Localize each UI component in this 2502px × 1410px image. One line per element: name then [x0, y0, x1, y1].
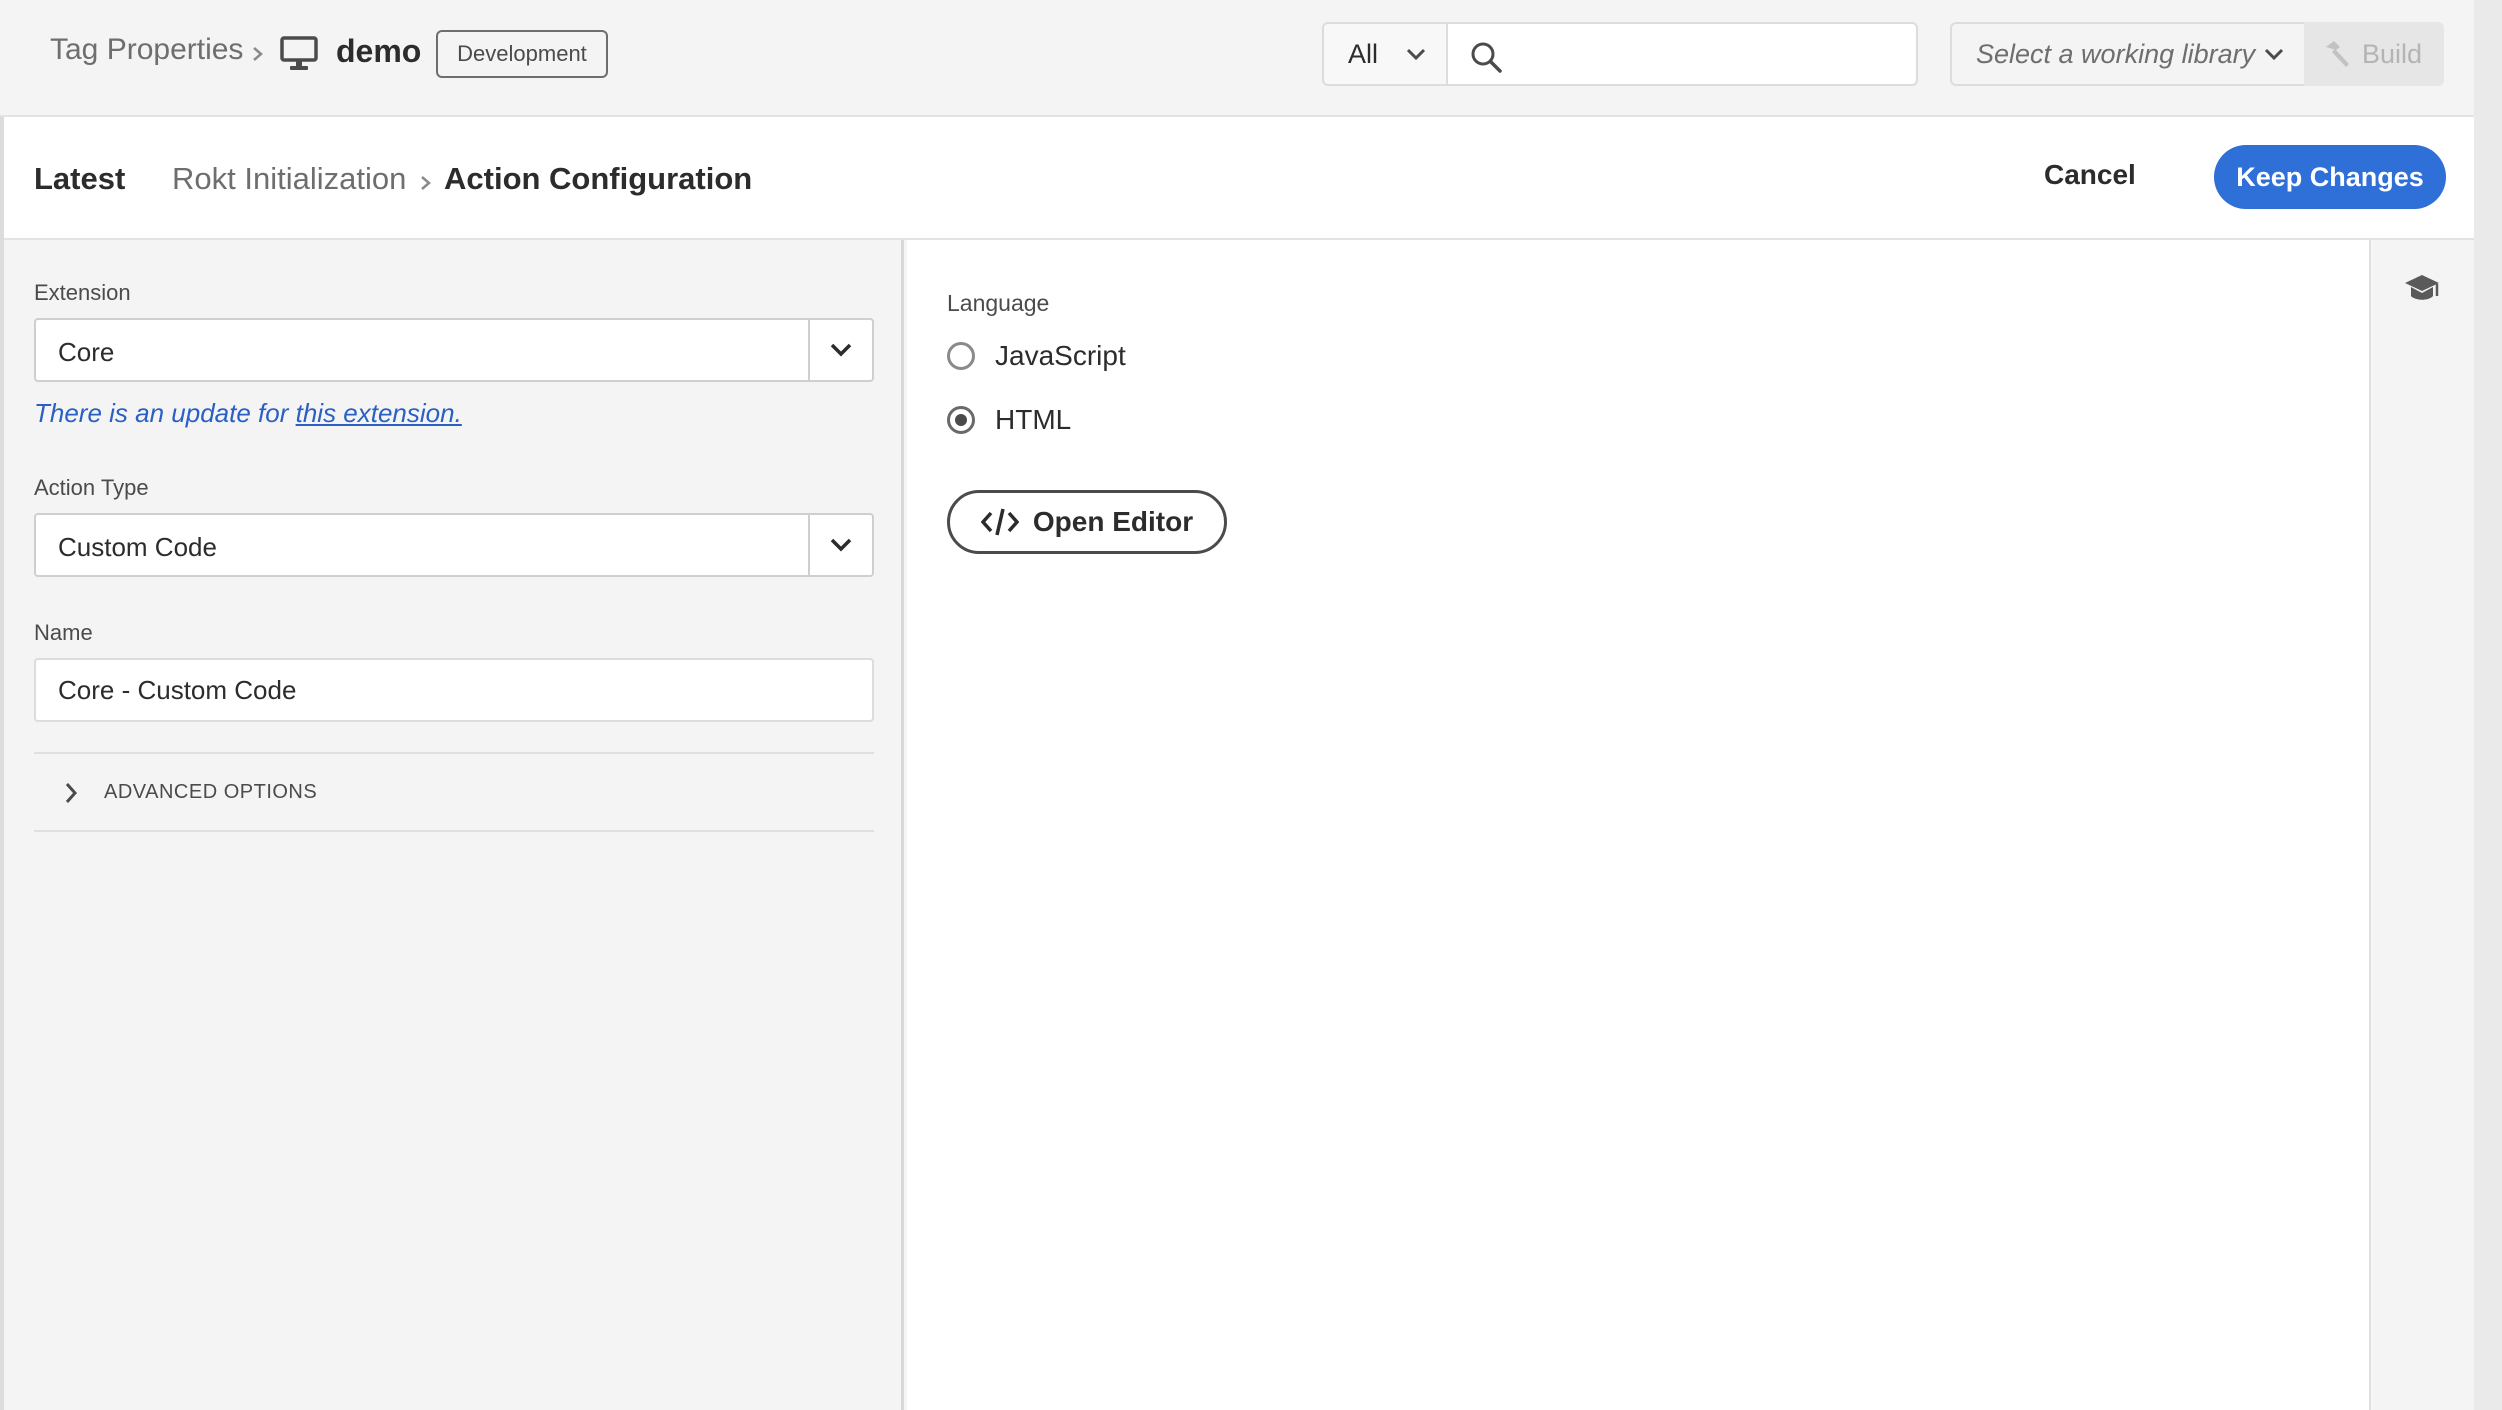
update-note-text: There is an update for — [34, 398, 296, 428]
action-type-value: Custom Code — [58, 532, 217, 562]
configuration-form: Extension Core There is an update for th… — [4, 240, 904, 1410]
build-label: Build — [2362, 38, 2423, 69]
help-rail — [2373, 240, 2474, 1410]
search-scope-select[interactable]: All — [1322, 22, 1446, 86]
build-button[interactable]: Build — [2304, 22, 2444, 86]
working-library-placeholder: Select a working library — [1976, 38, 2256, 69]
action-type-select[interactable]: Custom Code — [34, 513, 874, 577]
open-editor-label: Open Editor — [1032, 506, 1194, 537]
search-scope-value: All — [1348, 38, 1379, 69]
advanced-options-label: ADVANCED OPTIONS — [104, 781, 318, 803]
extension-update-note: There is an update for this extension. — [34, 398, 462, 429]
chevron-down-icon — [830, 538, 852, 552]
chevron-right-icon — [253, 47, 263, 61]
extension-value: Core — [58, 337, 115, 367]
search-input[interactable] — [1446, 22, 1918, 86]
radio-html-label: HTML — [995, 404, 1072, 435]
extension-dropdown-button[interactable] — [808, 320, 872, 380]
breadcrumb-rule-name[interactable]: Rokt Initialization — [172, 161, 406, 197]
chevron-right-icon — [65, 783, 78, 803]
action-type-label: Action Type — [34, 475, 149, 500]
name-label: Name — [34, 620, 93, 645]
extension-label: Extension — [34, 280, 131, 305]
action-type-dropdown-button[interactable] — [808, 515, 872, 575]
hammer-icon — [2326, 41, 2349, 67]
monitor-icon — [280, 36, 318, 70]
breadcrumb-tag-properties[interactable]: Tag Properties — [50, 33, 243, 67]
language-label: Language — [947, 290, 1050, 316]
name-field[interactable] — [34, 658, 874, 722]
property-name[interactable]: demo — [336, 33, 421, 70]
chevron-down-icon — [1406, 48, 1426, 61]
code-configuration-panel: Language JavaScript HTML Open Editor — [907, 240, 2371, 1410]
code-icon — [980, 508, 1019, 536]
top-header: Tag Properties demo Development All Sele… — [0, 0, 2502, 117]
radio-circle-checked[interactable] — [947, 406, 975, 434]
graduation-cap-icon[interactable] — [2403, 272, 2441, 306]
revision-latest[interactable]: Latest — [34, 161, 125, 197]
window-right-edge — [2474, 0, 2502, 1410]
radio-javascript-label: JavaScript — [995, 340, 1126, 371]
update-extension-link[interactable]: this extension. — [296, 398, 462, 428]
radio-javascript[interactable]: JavaScript — [947, 340, 1126, 372]
chevron-down-icon — [830, 343, 852, 357]
chevron-right-icon — [421, 176, 431, 190]
sub-header: Latest Rokt Initialization Action Config… — [4, 117, 2474, 240]
search-icon — [1471, 42, 1502, 73]
radio-html[interactable]: HTML — [947, 404, 1071, 436]
open-editor-button[interactable]: Open Editor — [947, 490, 1227, 554]
extension-select[interactable]: Core — [34, 318, 874, 382]
chevron-down-icon — [2264, 48, 2284, 61]
advanced-options-toggle[interactable]: ADVANCED OPTIONS — [34, 752, 874, 832]
environment-badge: Development — [436, 30, 608, 78]
page-title: Action Configuration — [444, 161, 753, 196]
keep-changes-button[interactable]: Keep Changes — [2214, 145, 2446, 209]
working-library-select[interactable]: Select a working library — [1950, 22, 2304, 86]
cancel-button[interactable]: Cancel — [2044, 159, 2136, 191]
radio-circle[interactable] — [947, 342, 975, 370]
